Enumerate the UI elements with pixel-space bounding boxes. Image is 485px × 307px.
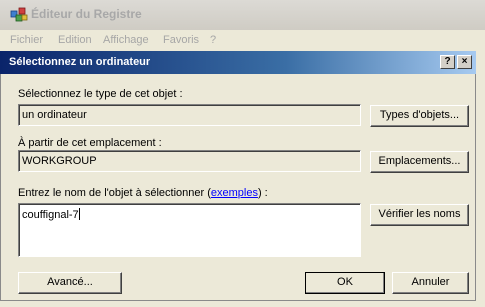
- object-type-label: Sélectionnez le type de cet objet :: [18, 88, 183, 100]
- text-caret: [78, 208, 80, 220]
- close-button[interactable]: ×: [457, 55, 472, 69]
- location-label: À partir de cet emplacement :: [18, 137, 162, 149]
- menu-fichier[interactable]: Fichier: [10, 34, 43, 46]
- location-field: WORKGROUP: [18, 150, 361, 172]
- object-type-field: un ordinateur: [18, 104, 361, 126]
- menu-affichage[interactable]: Affichage: [103, 34, 149, 46]
- names-label-prefix: Entrez le nom de l'objet à sélectionner …: [18, 187, 211, 199]
- dialog-title: Sélectionnez un ordinateur: [9, 56, 151, 68]
- menu-bar: Fichier Edition Affichage Favoris ?: [0, 30, 485, 50]
- cancel-button[interactable]: Annuler: [392, 272, 469, 294]
- check-names-button[interactable]: Vérifier les noms: [370, 204, 469, 226]
- menu-edition[interactable]: Edition: [58, 34, 92, 46]
- dialog-titlebar[interactable]: Sélectionnez un ordinateur ? ×: [0, 51, 476, 74]
- registry-editor-titlebar: Éditeur du Registre: [0, 0, 485, 30]
- locations-button[interactable]: Emplacements...: [370, 151, 469, 173]
- ok-button[interactable]: OK: [305, 272, 385, 294]
- names-label-suffix: ) :: [257, 187, 268, 199]
- help-button[interactable]: ?: [440, 55, 455, 69]
- advanced-button[interactable]: Avancé...: [18, 272, 122, 294]
- object-name-value: couffignal-7: [22, 209, 79, 221]
- menu-help[interactable]: ?: [210, 34, 216, 46]
- object-name-input[interactable]: couffignal-7: [18, 203, 361, 257]
- registry-editor-icon: [10, 7, 28, 22]
- examples-link[interactable]: exemples: [211, 187, 258, 199]
- names-label: Entrez le nom de l'objet à sélectionner …: [18, 187, 268, 199]
- menu-favoris[interactable]: Favoris: [163, 34, 199, 46]
- registry-editor-title: Éditeur du Registre: [31, 7, 142, 21]
- object-types-button[interactable]: Types d'objets...: [370, 105, 469, 127]
